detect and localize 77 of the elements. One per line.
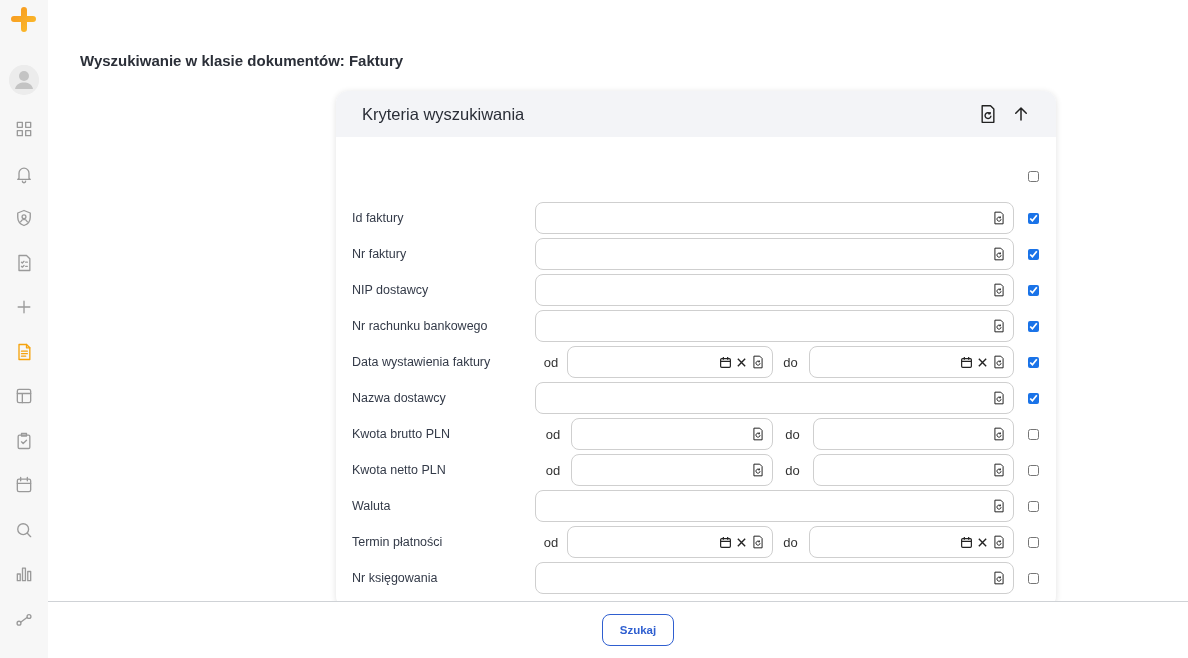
clear-icon[interactable] [977,356,988,368]
to-label: do [784,462,801,478]
field-label: Id faktury [352,211,405,225]
date-field[interactable] [808,526,1014,558]
row-checkbox[interactable] [1027,464,1039,476]
document-refresh-icon[interactable] [992,355,1006,369]
field-label: Nr rachunku bankowego [352,319,489,333]
document-refresh-icon[interactable] [992,391,1006,405]
field-label: Nazwa dostawcy [352,391,447,405]
calendar-icon[interactable] [960,355,973,369]
layout-icon[interactable] [14,386,34,406]
input-field[interactable] [535,202,1014,234]
row-checkbox[interactable] [1027,500,1039,512]
clear-icon[interactable] [977,536,988,548]
document-refresh-icon[interactable] [992,427,1006,441]
panel-title: Kryteria wyszukiwania [362,104,526,124]
calendar-icon[interactable] [718,535,732,549]
input-field[interactable] [535,274,1014,306]
input-field[interactable] [535,238,1014,270]
to-label: do [782,534,799,550]
field-label: Kwota netto PLN [352,463,447,477]
input-field[interactable] [535,562,1014,594]
number-field[interactable] [812,418,1014,450]
field-label: Data wystawienia faktury [352,355,492,369]
document-refresh-icon[interactable] [992,319,1006,333]
row-checkbox[interactable] [1027,536,1039,548]
row-checkbox[interactable] [1027,212,1039,224]
number-field[interactable] [571,454,773,486]
row-checkbox[interactable] [1027,356,1039,368]
select-all-checkbox[interactable] [1027,170,1039,182]
search-button[interactable]: Szukaj [602,614,674,646]
row-checkbox[interactable] [1027,572,1039,584]
document-refresh-icon[interactable] [992,571,1006,585]
to-label: do [782,354,799,370]
calendar-icon[interactable] [718,355,732,369]
document-refresh-icon[interactable] [992,283,1006,297]
number-field[interactable] [812,454,1014,486]
field-label: Nr księgowania [352,571,439,585]
from-label: od [544,426,562,442]
document-refresh-icon[interactable] [750,427,765,441]
field-label: Waluta [352,499,392,513]
arrow-up-icon[interactable] [1012,105,1030,123]
clear-icon[interactable] [735,536,747,548]
document-refresh-icon[interactable] [750,535,765,549]
row-checkbox[interactable] [1027,284,1039,296]
input-field[interactable] [535,310,1014,342]
date-field[interactable] [808,346,1014,378]
calendar-icon[interactable] [960,535,973,549]
date-field[interactable] [567,526,773,558]
document-refresh-icon[interactable] [750,463,765,477]
number-field[interactable] [571,418,773,450]
grid-icon[interactable] [14,119,34,139]
shield-user-icon[interactable] [14,208,34,228]
document-refresh-icon[interactable] [992,463,1006,477]
document-refresh-icon[interactable] [992,247,1006,261]
from-label: od [542,354,560,370]
field-label: Nr faktury [352,247,408,261]
row-checkbox[interactable] [1027,428,1039,440]
from-label: od [542,534,560,550]
field-label: NIP dostawcy [352,283,430,297]
document-refresh-icon[interactable] [750,355,765,369]
row-checkbox[interactable] [1027,248,1039,260]
to-label: do [784,426,801,442]
date-field[interactable] [567,346,773,378]
page-title: Wyszukiwanie w klasie dokumentów: Faktury [80,52,405,69]
document-refresh-icon[interactable] [992,535,1006,549]
clear-icon[interactable] [735,356,747,368]
field-label: Kwota brutto PLN [352,427,451,441]
document-refresh-icon[interactable] [992,211,1006,225]
input-field[interactable] [535,382,1014,414]
row-checkbox[interactable] [1027,392,1039,404]
document-refresh-icon[interactable] [978,104,998,124]
row-checkbox[interactable] [1027,320,1039,332]
document-refresh-icon[interactable] [992,499,1006,513]
from-label: od [544,462,562,478]
input-field[interactable] [535,490,1014,522]
field-label: Termin płatności [352,535,444,549]
